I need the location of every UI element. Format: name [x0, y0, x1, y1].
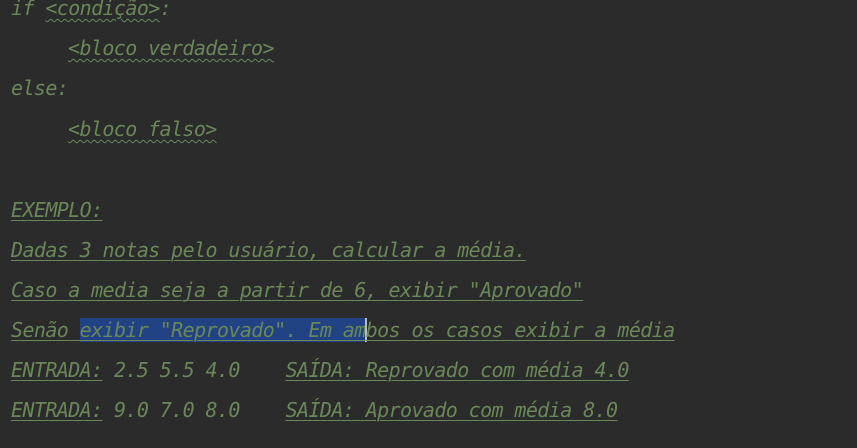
code-line-entrada-1[interactable]: ENTRADA: 2.5 5.5 4.0 SAÍDA: Reprovado co…	[11, 356, 629, 384]
code-line-dadas[interactable]: Dadas 3 notas pelo usuário, calcular a m…	[11, 236, 526, 264]
senao-suffix: bos os casos exibir a média	[365, 318, 676, 342]
entrada-2-values: 9.0 7.0 8.0	[102, 398, 286, 422]
else-keyword: else:	[11, 76, 69, 100]
if-condition: <condição>	[45, 0, 160, 20]
code-line-bloco-verdadeiro[interactable]: <bloco verdadeiro>	[68, 34, 275, 62]
code-line-caso[interactable]: Caso a media seja a partir de 6, exibir …	[11, 276, 584, 304]
code-line-bloco-falso[interactable]: <bloco falso>	[68, 115, 217, 143]
text-selection[interactable]: exibir "Reprovado". Em am	[79, 318, 366, 342]
code-line-else[interactable]: else:	[11, 74, 69, 102]
entrada-1-values: 2.5 5.5 4.0	[102, 358, 286, 382]
if-colon: :	[159, 0, 172, 20]
saida-1-text: Reprovado com média 4.0	[354, 358, 630, 382]
code-line-exemplo[interactable]: EXEMPLO:	[11, 196, 103, 224]
entrada-2-label: ENTRADA:	[11, 398, 103, 422]
entrada-1-label: ENTRADA:	[11, 358, 103, 382]
caso-text: Caso a media seja a partir de 6, exibir …	[11, 278, 584, 302]
bloco-falso-text: <bloco falso>	[68, 117, 217, 141]
senao-prefix: Senão	[11, 318, 80, 342]
if-keyword: if	[11, 0, 46, 20]
bloco-verdadeiro-text: <bloco verdadeiro>	[68, 36, 275, 60]
code-line-if[interactable]: if <condição>:	[11, 0, 172, 22]
saida-2-label: SAÍDA:	[285, 398, 355, 422]
saida-2-text: Aprovado com média 8.0	[354, 398, 618, 422]
dadas-text: Dadas 3 notas pelo usuário, calcular a m…	[11, 238, 526, 262]
saida-1-label: SAÍDA:	[285, 358, 355, 382]
code-line-senao[interactable]: Senão exibir "Reprovado". Em ambos os ca…	[11, 316, 675, 344]
code-line-entrada-2[interactable]: ENTRADA: 9.0 7.0 8.0 SAÍDA: Aprovado com…	[11, 396, 618, 424]
exemplo-heading: EXEMPLO:	[11, 198, 103, 222]
code-editor[interactable]: if <condição>: <bloco verdadeiro> else: …	[0, 0, 857, 448]
